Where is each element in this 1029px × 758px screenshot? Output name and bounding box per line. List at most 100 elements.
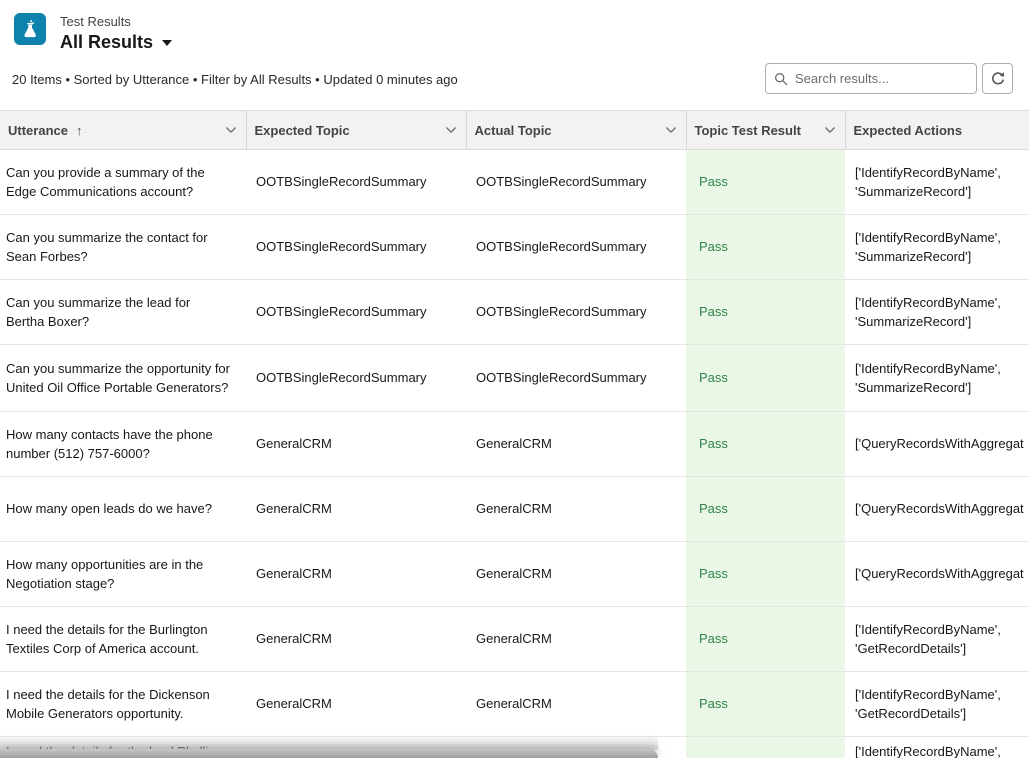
actual-topic-cell: OOTBSingleRecordSummary bbox=[466, 345, 686, 412]
search-box[interactable] bbox=[765, 63, 977, 94]
column-header-expected-actions[interactable]: Expected Actions bbox=[845, 111, 1029, 150]
expected-actions-cell: ['IdentifyRecordByName', 'SummarizeRecor… bbox=[845, 150, 1029, 215]
expected-topic-cell: GeneralCRM bbox=[246, 542, 466, 607]
column-header-expected-topic[interactable]: Expected Topic bbox=[246, 111, 466, 150]
result-status-text: Pass bbox=[699, 304, 728, 319]
list-summary: 20 Items • Sorted by Utterance • Filter … bbox=[12, 72, 458, 87]
actual-topic-cell: OOTBSingleRecordSummary bbox=[466, 280, 686, 345]
column-menu-button[interactable] bbox=[662, 121, 680, 139]
result-status-text: Pass bbox=[699, 501, 728, 516]
topic-test-result-cell: Pass bbox=[686, 215, 845, 280]
table-row: Can you provide a summary of the Edge Co… bbox=[0, 150, 1029, 215]
table-row: I need the details for the Dickenson Mob… bbox=[0, 672, 1029, 737]
result-status-text: Pass bbox=[699, 239, 728, 254]
page-title-block: Test Results All Results bbox=[60, 14, 172, 53]
list-view-selector[interactable]: All Results bbox=[60, 31, 172, 53]
topic-test-result-cell: Pass bbox=[686, 607, 845, 672]
column-label: Expected Topic bbox=[255, 123, 350, 138]
table-row: Can you summarize the opportunity for Un… bbox=[0, 345, 1029, 412]
chevron-down-icon bbox=[162, 40, 172, 46]
expected-topic-cell: OOTBSingleRecordSummary bbox=[246, 345, 466, 412]
column-label: Topic Test Result bbox=[695, 123, 801, 138]
actual-topic-cell: GeneralCRM bbox=[466, 477, 686, 542]
refresh-button[interactable] bbox=[982, 63, 1013, 94]
expected-actions-cell: ['IdentifyRecordByName', bbox=[845, 737, 1029, 758]
utterance-cell: How many opportunities are in the Negoti… bbox=[0, 542, 246, 607]
search-icon bbox=[774, 72, 788, 86]
table-row: Can you summarize the lead for Bertha Bo… bbox=[0, 280, 1029, 345]
test-results-page: Test Results All Results 20 Items • Sort… bbox=[0, 0, 1029, 758]
search-input[interactable] bbox=[795, 71, 968, 86]
utterance-cell: Can you provide a summary of the Edge Co… bbox=[0, 150, 246, 215]
chevron-down-icon bbox=[444, 123, 458, 137]
expected-topic-cell: GeneralCRM bbox=[246, 607, 466, 672]
utterance-cell: Can you summarize the opportunity for Un… bbox=[0, 345, 246, 412]
utterance-cell: Can you summarize the contact for Sean F… bbox=[0, 215, 246, 280]
topic-test-result-cell: Pass bbox=[686, 412, 845, 477]
chevron-down-icon bbox=[664, 123, 678, 137]
expected-topic-cell: GeneralCRM bbox=[246, 477, 466, 542]
column-menu-button[interactable] bbox=[821, 121, 839, 139]
topic-test-result-cell bbox=[686, 737, 845, 758]
flask-icon bbox=[14, 13, 46, 45]
result-status-text: Pass bbox=[699, 174, 728, 189]
expected-topic-cell: OOTBSingleRecordSummary bbox=[246, 150, 466, 215]
actual-topic-cell: OOTBSingleRecordSummary bbox=[466, 150, 686, 215]
table-row: How many open leads do we have?GeneralCR… bbox=[0, 477, 1029, 542]
column-header-actual-topic[interactable]: Actual Topic bbox=[466, 111, 686, 150]
result-status-text: Pass bbox=[699, 436, 728, 451]
result-status-text: Pass bbox=[699, 566, 728, 581]
column-header-topic-test-result[interactable]: Topic Test Result bbox=[686, 111, 845, 150]
chevron-down-icon bbox=[823, 123, 837, 137]
column-menu-button[interactable] bbox=[222, 121, 240, 139]
utterance-cell: How many contacts have the phone number … bbox=[0, 412, 246, 477]
results-table-wrap: Utterance ↑ Expected Topic Actual Topic Topi… bbox=[0, 110, 1029, 758]
refresh-icon bbox=[990, 71, 1006, 87]
result-status-text: Pass bbox=[699, 370, 728, 385]
utterance-cell: Can you summarize the lead for Bertha Bo… bbox=[0, 280, 246, 345]
topic-test-result-cell: Pass bbox=[686, 477, 845, 542]
expected-topic-cell: OOTBSingleRecordSummary bbox=[246, 280, 466, 345]
utterance-cell: I need the details for the Burlington Te… bbox=[0, 607, 246, 672]
topic-test-result-cell: Pass bbox=[686, 280, 845, 345]
actual-topic-cell: GeneralCRM bbox=[466, 542, 686, 607]
column-label: Expected Actions bbox=[854, 123, 963, 138]
table-row: How many opportunities are in the Negoti… bbox=[0, 542, 1029, 607]
result-status-text: Pass bbox=[699, 696, 728, 711]
actual-topic-cell: GeneralCRM bbox=[466, 672, 686, 737]
results-table: Utterance ↑ Expected Topic Actual Topic Topi… bbox=[0, 110, 1029, 758]
table-row: How many contacts have the phone number … bbox=[0, 412, 1029, 477]
sort-asc-icon: ↑ bbox=[76, 123, 83, 138]
table-row: Can you summarize the contact for Sean F… bbox=[0, 215, 1029, 280]
expected-topic-cell: OOTBSingleRecordSummary bbox=[246, 215, 466, 280]
column-label: Utterance bbox=[8, 123, 68, 138]
result-status-text: Pass bbox=[699, 631, 728, 646]
actual-topic-cell: GeneralCRM bbox=[466, 607, 686, 672]
expected-topic-cell: GeneralCRM bbox=[246, 412, 466, 477]
expected-topic-cell: GeneralCRM bbox=[246, 672, 466, 737]
actual-topic-cell: OOTBSingleRecordSummary bbox=[466, 215, 686, 280]
utterance-cell: How many open leads do we have? bbox=[0, 477, 246, 542]
expected-actions-cell: ['IdentifyRecordByName', 'SummarizeRecor… bbox=[845, 215, 1029, 280]
expected-actions-cell: ['QueryRecordsWithAggregat bbox=[845, 542, 1029, 607]
expected-actions-cell: ['IdentifyRecordByName', 'GetRecordDetai… bbox=[845, 672, 1029, 737]
expected-actions-cell: ['QueryRecordsWithAggregat bbox=[845, 412, 1029, 477]
topic-test-result-cell: Pass bbox=[686, 150, 845, 215]
topic-test-result-cell: Pass bbox=[686, 672, 845, 737]
bottom-window-edge[interactable] bbox=[0, 749, 658, 758]
column-menu-button[interactable] bbox=[442, 121, 460, 139]
object-label: Test Results bbox=[60, 14, 172, 30]
actual-topic-cell: GeneralCRM bbox=[466, 412, 686, 477]
chevron-down-icon bbox=[224, 123, 238, 137]
utterance-cell: I need the details for the Dickenson Mob… bbox=[0, 672, 246, 737]
expected-actions-cell: ['QueryRecordsWithAggregat bbox=[845, 477, 1029, 542]
column-header-utterance[interactable]: Utterance ↑ bbox=[0, 111, 246, 150]
table-row: I need the details for the Burlington Te… bbox=[0, 607, 1029, 672]
expected-actions-cell: ['IdentifyRecordByName', 'SummarizeRecor… bbox=[845, 280, 1029, 345]
list-view-label: All Results bbox=[60, 31, 153, 53]
topic-test-result-cell: Pass bbox=[686, 345, 845, 412]
expected-actions-cell: ['IdentifyRecordByName', 'GetRecordDetai… bbox=[845, 607, 1029, 672]
column-label: Actual Topic bbox=[475, 123, 552, 138]
expected-actions-cell: ['IdentifyRecordByName', 'SummarizeRecor… bbox=[845, 345, 1029, 412]
flask-glyph bbox=[20, 19, 40, 39]
